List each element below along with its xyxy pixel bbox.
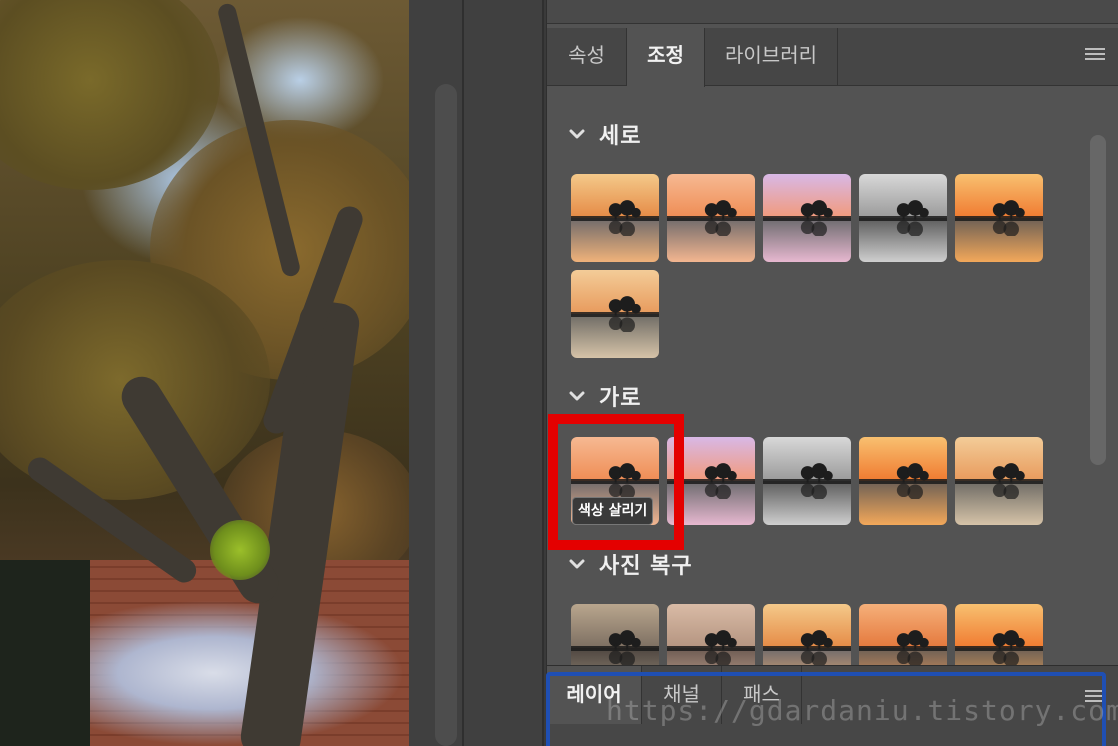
tree-silhouette-icon	[705, 630, 738, 665]
hamburger-menu-icon[interactable]	[1085, 48, 1105, 64]
tab-libraries[interactable]: 라이브러리	[705, 28, 838, 86]
preset-thumbnail[interactable]	[571, 604, 659, 665]
preset-thumbnail[interactable]	[955, 437, 1043, 525]
section-label: 가로	[599, 386, 642, 411]
preset-thumbnail[interactable]	[667, 174, 755, 262]
preset-thumbnail[interactable]	[859, 604, 947, 665]
preset-thumbnail[interactable]	[859, 437, 947, 525]
tree-silhouette-icon	[897, 630, 930, 665]
tree-silhouette-icon	[897, 200, 930, 236]
tree-silhouette-icon	[801, 200, 834, 236]
preset-thumbnail[interactable]	[571, 174, 659, 262]
preset-thumbnail[interactable]	[763, 604, 851, 665]
photoshop-window: 속성 조정 라이브러리 세로 가로 사진 복구 레이어 채널 패스 https:…	[0, 0, 1118, 746]
document-canvas[interactable]	[0, 0, 409, 746]
section-portrait-header[interactable]: 세로	[569, 119, 641, 149]
section-label: 세로	[599, 124, 642, 149]
preset-thumbnail[interactable]	[955, 604, 1043, 665]
preset-thumbnail[interactable]	[859, 174, 947, 262]
panel-top-strip	[547, 0, 1118, 24]
watermark: https://gdardaniu.tistory.com/	[606, 694, 1118, 727]
adjustments-content: 세로 가로 사진 복구	[547, 87, 1118, 665]
tree-silhouette-icon	[609, 200, 642, 236]
divider	[542, 0, 544, 746]
panel-scrollbar[interactable]	[1090, 135, 1106, 465]
chevron-down-icon	[569, 391, 585, 401]
tree-silhouette-icon	[993, 630, 1026, 665]
preset-thumbnail[interactable]	[955, 174, 1043, 262]
tree-silhouette-icon	[705, 200, 738, 236]
tree-silhouette-icon	[993, 200, 1026, 236]
shadow-area	[0, 560, 90, 746]
tree-silhouette-icon	[705, 463, 738, 499]
tree-silhouette-icon	[801, 463, 834, 499]
tree-silhouette-icon	[897, 463, 930, 499]
preset-thumbnail[interactable]	[667, 604, 755, 665]
preset-thumbnail[interactable]	[571, 270, 659, 358]
section-landscape-header[interactable]: 가로	[569, 381, 641, 411]
highlight-box	[548, 414, 684, 550]
divider	[462, 0, 464, 746]
chevron-down-icon	[569, 129, 585, 139]
tree-silhouette-icon	[609, 296, 642, 332]
chevron-down-icon	[569, 559, 585, 569]
green-leaves	[210, 520, 270, 580]
tree-silhouette-icon	[801, 630, 834, 665]
panel-gutter	[409, 0, 544, 746]
preset-thumbnail[interactable]	[763, 437, 851, 525]
canvas-scrollbar[interactable]	[435, 84, 457, 746]
tree-silhouette-icon	[993, 463, 1026, 499]
section-photo-restoration-header[interactable]: 사진 복구	[569, 549, 693, 579]
tab-adjustments[interactable]: 조정	[627, 28, 705, 87]
panel-tabbar: 속성 조정 라이브러리	[547, 28, 1118, 87]
adjustments-panel: 속성 조정 라이브러리 세로 가로 사진 복구 레이어 채널 패스	[546, 0, 1118, 746]
tab-properties[interactable]: 속성	[547, 28, 627, 86]
section-label: 사진 복구	[599, 554, 693, 579]
preset-tooltip: 색상 살리기	[572, 497, 654, 525]
tree-silhouette-icon	[609, 630, 642, 665]
preset-thumbnail[interactable]	[763, 174, 851, 262]
